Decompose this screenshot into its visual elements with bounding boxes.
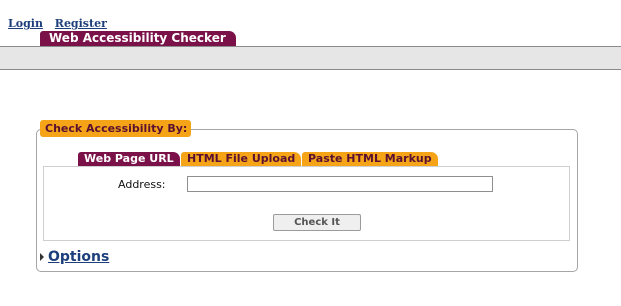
header-bar (0, 46, 621, 70)
top-links: Login Register (8, 17, 115, 30)
register-link[interactable]: Register (55, 17, 107, 30)
address-label: Address: (118, 178, 166, 191)
brand-tab[interactable]: Web Accessibility Checker (40, 31, 236, 46)
tab-paste-html-markup[interactable]: Paste HTML Markup (302, 152, 438, 166)
options-label: Options (48, 249, 110, 265)
login-link[interactable]: Login (8, 17, 43, 30)
expand-arrow-icon (40, 253, 44, 261)
check-it-button[interactable]: Check It (273, 214, 361, 231)
address-input[interactable] (187, 176, 493, 192)
page: Login Register Web Accessibility Checker… (0, 0, 621, 306)
panel-legend: Check Accessibility By: (40, 120, 192, 137)
tab-web-page-url[interactable]: Web Page URL (78, 152, 180, 166)
tab-html-file-upload[interactable]: HTML File Upload (181, 152, 302, 166)
options-toggle[interactable]: Options (40, 249, 109, 265)
